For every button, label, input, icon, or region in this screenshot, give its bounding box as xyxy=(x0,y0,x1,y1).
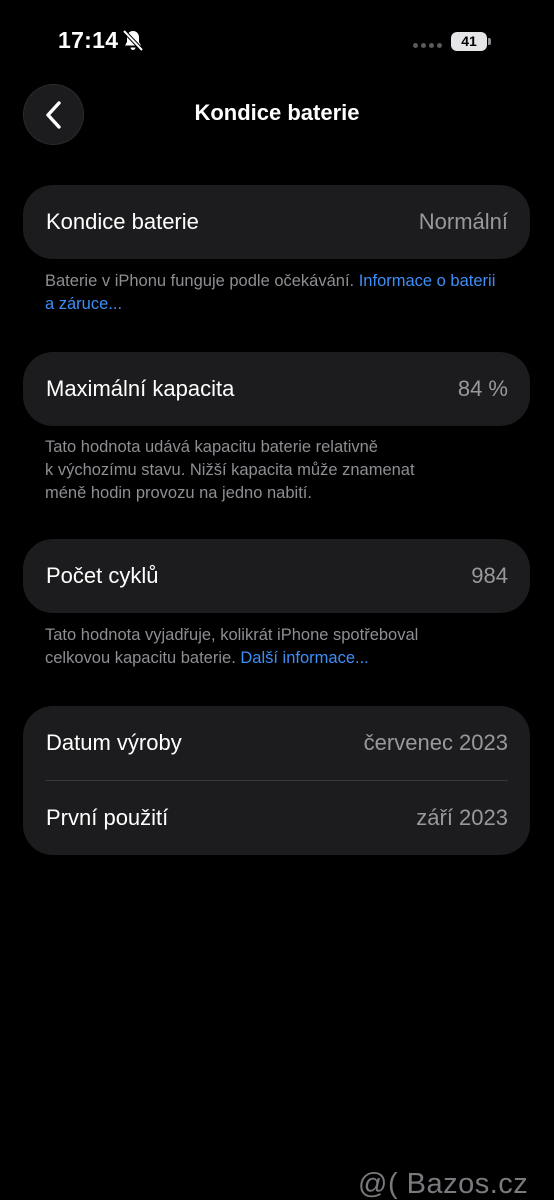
manufacture-date-label: Datum výroby xyxy=(46,730,182,755)
capacity-value: 84 % xyxy=(457,376,508,401)
status-time: 17:14 xyxy=(58,27,119,53)
health-row: Kondice baterie Normální xyxy=(23,185,530,259)
capacity-label: Maximální kapacita xyxy=(46,376,235,401)
cycles-card: Počet cyklů 984 xyxy=(23,539,530,613)
capacity-row: Maximální kapacita 84 % xyxy=(23,352,530,426)
capacity-footnote-line: méně hodin provozu na jedno nabití. xyxy=(45,484,312,502)
manufacture-date-row: Datum výroby červenec 2023 xyxy=(23,706,530,780)
battery-icon: 41 xyxy=(451,32,487,51)
cycles-footnote-line2: celkovou kapacitu baterie. Další informa… xyxy=(45,647,505,670)
cycles-row: Počet cyklů 984 xyxy=(23,539,530,613)
capacity-card: Maximální kapacita 84 % xyxy=(23,352,530,426)
screen: 17:14 41 Kondice baterie Kondice baterie… xyxy=(0,0,554,1200)
cycles-footnote: Tato hodnota vyjadřuje, kolikrát iPhone … xyxy=(45,624,505,670)
capacity-footnote: Tato hodnota udává kapacitu baterie rela… xyxy=(45,436,505,505)
health-footnote: Baterie v iPhonu funguje podle očekávání… xyxy=(45,270,505,316)
dates-card: Datum výroby červenec 2023 První použití… xyxy=(23,706,530,855)
health-footnote-text: Baterie v iPhonu funguje podle očekávání… xyxy=(45,272,359,290)
first-use-row: První použití září 2023 xyxy=(23,781,530,855)
capacity-footnote-line: Tato hodnota udává kapacitu baterie rela… xyxy=(45,438,378,456)
more-info-link[interactable]: Další informace... xyxy=(240,649,368,667)
battery-tip xyxy=(488,38,491,45)
signal-dots-icon xyxy=(413,43,443,51)
bazos-watermark: @( Bazos.cz xyxy=(358,1168,529,1200)
health-card: Kondice baterie Normální xyxy=(23,185,530,259)
bell-slash-icon xyxy=(122,29,144,52)
capacity-footnote-line: k výchozímu stavu. Nižší kapacita může z… xyxy=(45,461,415,479)
manufacture-date-value: červenec 2023 xyxy=(363,730,508,755)
cycles-value: 984 xyxy=(471,563,508,588)
status-bar: 17:14 41 xyxy=(0,0,554,80)
first-use-value: září 2023 xyxy=(416,805,508,830)
health-label: Kondice baterie xyxy=(46,209,199,234)
cycles-footnote-line: Tato hodnota vyjadřuje, kolikrát iPhone … xyxy=(45,626,419,644)
cycles-footnote-text: celkovou kapacitu baterie. xyxy=(45,649,241,667)
page-title: Kondice baterie xyxy=(194,100,360,125)
cycles-label: Počet cyklů xyxy=(46,563,159,588)
first-use-label: První použití xyxy=(46,805,169,830)
health-value: Normální xyxy=(418,209,508,234)
